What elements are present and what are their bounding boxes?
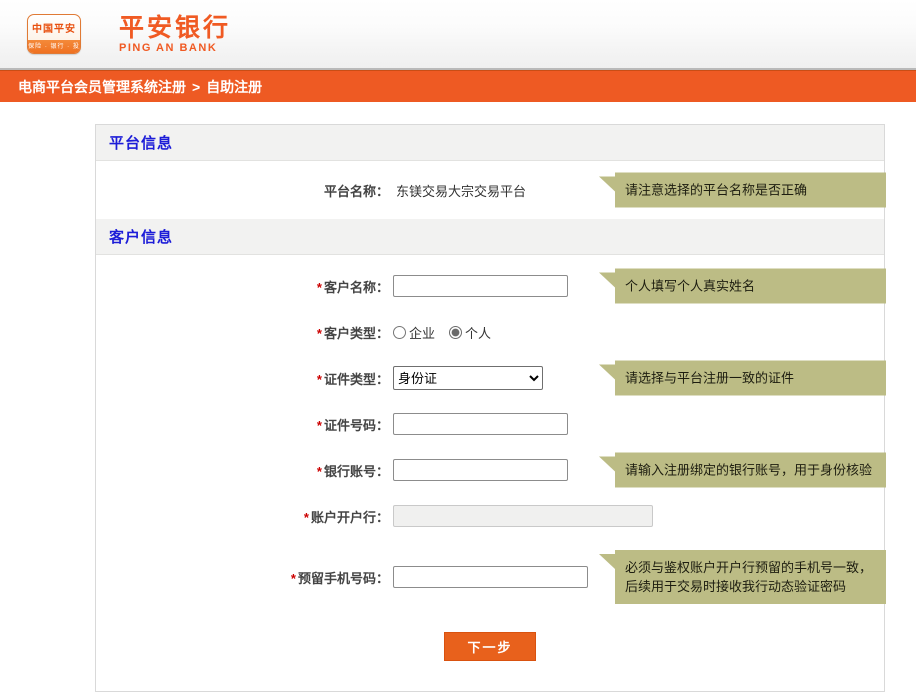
customer-type-label: *客户类型： [96,323,389,342]
tooltip-arrow-icon [599,554,615,569]
required-mark: * [317,280,322,295]
row-platform-name: 平台名称： 东镁交易大宗交易平台 请注意选择的平台名称是否正确 [96,161,884,219]
cert-number-input[interactable] [393,413,568,435]
row-bank-account: *银行账号： 请输入注册绑定的银行账号，用于身份核验 [96,447,884,493]
reserved-phone-input[interactable] [393,566,588,588]
row-account-bank: *账户开户行： [96,493,884,539]
section-customer-info: 客户信息 [96,219,884,255]
bank-brand: 平安银行 PING AN BANK [119,15,231,54]
customer-type-option-enterprise[interactable]: 企业 [393,323,435,342]
cert-number-label: *证件号码： [96,415,389,434]
next-step-button[interactable]: 下一步 [444,632,535,661]
platform-name-label: 平台名称： [96,181,389,200]
cert-type-label: *证件类型： [96,369,389,388]
required-mark: * [291,571,296,586]
tooltip-arrow-icon [599,273,615,288]
customer-name-input[interactable] [393,275,568,297]
personal-radio[interactable] [449,326,462,339]
bank-account-label: *银行账号： [96,461,389,480]
bank-name: 平安银行 [119,15,231,41]
breadcrumb-system-title: 电商平台会员管理系统注册 [18,77,186,97]
tooltip-arrow-icon [599,365,615,380]
reserved-phone-tooltip: 必须与鉴权账户开户行预留的手机号一致，后续用于交易时接收我行动态验证密码 [599,550,886,604]
bank-account-input[interactable] [393,459,568,481]
section-platform-title: 平台信息 [109,132,173,153]
breadcrumb-current-page: 自助注册 [206,77,262,97]
account-bank-input [393,505,653,527]
section-customer-title: 客户信息 [109,226,173,247]
cert-type-select[interactable]: 身份证 [393,366,543,390]
tooltip-arrow-icon [599,457,615,472]
registration-panel: 平台信息 平台名称： 东镁交易大宗交易平台 请注意选择的平台名称是否正确 客户信… [95,124,885,692]
platform-name-value: 东镁交易大宗交易平台 [396,181,526,200]
row-reserved-phone: *预留手机号码： 必须与鉴权账户开户行预留的手机号一致，后续用于交易时接收我行动… [96,554,884,600]
bank-account-tooltip: 请输入注册绑定的银行账号，用于身份核验 [599,453,886,488]
platform-name-tooltip: 请注意选择的平台名称是否正确 [599,173,886,208]
row-cert-type: *证件类型： 身份证 请选择与平台注册一致的证件 [96,355,884,401]
pingan-group-logo: 中国平安 保险 · 银行 · 投资 [27,14,81,54]
breadcrumb: 电商平台会员管理系统注册 > 自助注册 [0,70,916,102]
required-mark: * [317,326,322,341]
breadcrumb-separator: > [192,79,200,95]
customer-name-label: *客户名称： [96,277,389,296]
row-customer-type: *客户类型： 企业 个人 [96,309,884,355]
logo-text: 中国平安 [28,15,80,40]
enterprise-radio[interactable] [393,326,406,339]
customer-form: *客户名称： 个人填写个人真实姓名 *客户类型： 企业 [96,255,884,600]
required-mark: * [317,464,322,479]
customer-type-option-personal[interactable]: 个人 [449,323,491,342]
required-mark: * [317,372,322,387]
bank-name-en: PING AN BANK [119,42,231,54]
main-content: 平台信息 平台名称： 东镁交易大宗交易平台 请注意选择的平台名称是否正确 客户信… [0,102,916,692]
row-cert-number: *证件号码： [96,401,884,447]
button-row: 下一步 [96,632,884,691]
required-mark: * [317,418,322,433]
section-platform-info: 平台信息 [96,125,884,161]
page-header: 中国平安 保险 · 银行 · 投资 平安银行 PING AN BANK [0,0,916,70]
cert-type-tooltip: 请选择与平台注册一致的证件 [599,361,886,396]
reserved-phone-label: *预留手机号码： [96,568,389,587]
logo-subtext: 保险 · 银行 · 投资 [28,40,80,54]
row-customer-name: *客户名称： 个人填写个人真实姓名 [96,263,884,309]
account-bank-label: *账户开户行： [96,507,389,526]
customer-name-tooltip: 个人填写个人真实姓名 [599,269,886,304]
required-mark: * [304,510,309,525]
tooltip-arrow-icon [599,177,615,192]
